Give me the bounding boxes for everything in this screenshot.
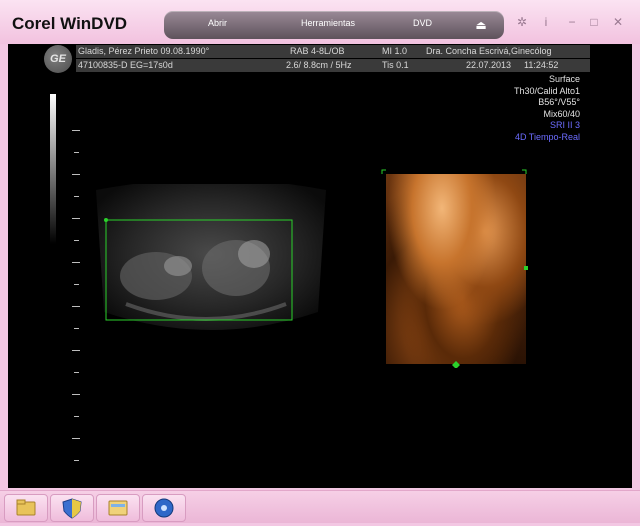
- grayscale-bar: [50, 94, 56, 244]
- ultrasound-2d-image: [96, 184, 326, 330]
- patient-id: 47100835-D EG=17s0d: [78, 60, 173, 70]
- exam-date: 22.07.2013: [466, 60, 512, 70]
- doctor-name: Dra. Concha Escrivá,Ginecólog: [426, 46, 552, 56]
- settings-icon[interactable]: ✲: [514, 14, 530, 30]
- param-line: Surface: [548, 74, 580, 84]
- header-row-2: 47100835-D EG=17s0d 2.6/ 8.8cm / 5Hz Tis…: [76, 59, 590, 72]
- param-line-blue: 4D Tiempo-Real: [514, 131, 580, 142]
- title-bar: Corel WinDVD Abrir Herramientas DVD ⏏ ✲ …: [0, 0, 640, 44]
- video-display[interactable]: GE Gladis, Pérez Prieto 09.08.1990° RAB …: [8, 44, 632, 488]
- menu-tools[interactable]: Herramientas: [301, 18, 355, 28]
- eject-icon[interactable]: ⏏: [474, 18, 488, 32]
- param-line-blue: SRI II 3: [549, 120, 580, 130]
- acquisition-params: Surface Th30/Calid Alto1 B56°/V55° Mix60…: [514, 74, 580, 143]
- param-line: Mix60/40: [543, 108, 580, 119]
- mi-value: MI 1.0: [382, 46, 408, 56]
- close-button[interactable]: ✕: [610, 14, 626, 30]
- app-title: Corel WinDVD: [12, 14, 128, 33]
- exam-time: 11:24:52: [524, 60, 559, 70]
- menu-open[interactable]: Abrir: [208, 18, 227, 28]
- taskbar-security-button[interactable]: [50, 494, 94, 522]
- minimize-button[interactable]: −: [564, 14, 580, 30]
- depth-info: 2.6/ 8.8cm / 5Hz: [286, 60, 352, 70]
- tis-value: Tis 0.1: [382, 60, 409, 70]
- header-row-1: Gladis, Pérez Prieto 09.08.1990° RAB 4-8…: [76, 45, 590, 58]
- info-icon[interactable]: i: [538, 14, 554, 30]
- probe-info: RAB 4-8L/OB: [290, 46, 345, 56]
- file-explorer-icon: [108, 500, 128, 516]
- windvd-icon: [154, 498, 174, 518]
- taskbar: [0, 490, 640, 523]
- shield-icon: [62, 498, 82, 519]
- taskbar-windvd-button[interactable]: [142, 494, 186, 522]
- patient-name: Gladis, Pérez Prieto 09.08.1990°: [78, 46, 210, 56]
- menu-dvd[interactable]: DVD: [413, 18, 432, 28]
- param-line: Th30/Calid Alto1: [513, 85, 580, 96]
- maximize-button[interactable]: □: [586, 14, 602, 30]
- ge-logo: GE: [44, 45, 72, 73]
- taskbar-explorer-button[interactable]: [96, 494, 140, 522]
- folder-icon: [16, 499, 36, 516]
- taskbar-folder-button[interactable]: [4, 494, 48, 522]
- param-line: B56°/V55°: [538, 97, 580, 107]
- menu-bar: Abrir Herramientas DVD ⏏: [164, 11, 504, 39]
- render-frame: [381, 169, 528, 368]
